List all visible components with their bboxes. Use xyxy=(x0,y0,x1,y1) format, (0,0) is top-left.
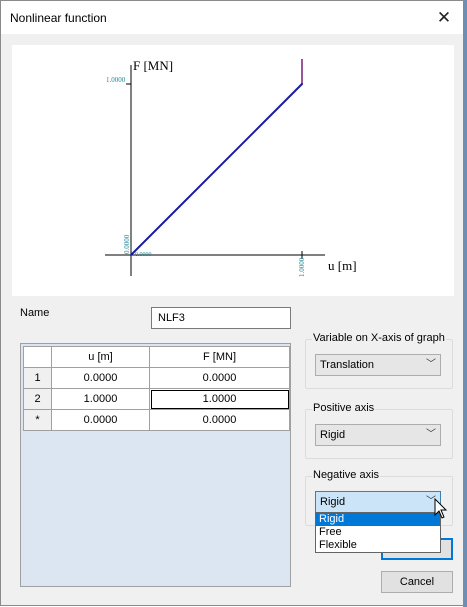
mouse-cursor-icon xyxy=(434,498,448,519)
cell-u[interactable]: 1.0000 xyxy=(51,388,150,410)
name-input[interactable] xyxy=(151,307,291,329)
table-row: 2 1.0000 1.0000 xyxy=(23,388,290,410)
graph-svg: F [MN] u [m] 1.0000 0.0000 0.0000 1.0000 xyxy=(105,58,357,277)
function-graph: F [MN] u [m] 1.0000 0.0000 0.0000 1.0000 xyxy=(12,45,454,296)
nonlinear-function-dialog: Nonlinear function ✕ F [MN] u [m] 1.0000… xyxy=(0,0,465,606)
name-label: Name xyxy=(20,307,50,319)
positive-axis-value: Rigid xyxy=(320,429,346,441)
x-axis-label: u [m] xyxy=(328,258,357,273)
cell-u[interactable]: 0.0000 xyxy=(51,367,150,389)
chevron-down-icon: ﹀ xyxy=(426,429,436,440)
y-tick-label: 1.0000 xyxy=(106,76,126,84)
column-header-u[interactable]: u [m] xyxy=(51,346,150,368)
chevron-down-icon: ﹀ xyxy=(426,359,436,370)
table-row: * 0.0000 0.0000 xyxy=(23,409,290,431)
data-point xyxy=(301,83,303,85)
corner-cell xyxy=(23,346,52,368)
table-header-row: u [m] F [MN] xyxy=(23,346,290,368)
background-window-edge xyxy=(463,0,467,607)
cell-f[interactable]: 0.0000 xyxy=(149,367,290,389)
positive-axis-label: Positive axis xyxy=(312,402,376,414)
y-axis-label: F [MN] xyxy=(133,58,173,73)
dropdown-option-rigid[interactable]: Rigid xyxy=(316,513,440,526)
column-header-f[interactable]: F [MN] xyxy=(149,346,290,368)
x-tick-label: 1.0000 xyxy=(298,257,306,277)
cancel-button[interactable]: Cancel xyxy=(381,571,453,593)
negative-axis-label: Negative axis xyxy=(312,469,381,481)
negative-axis-dropdown-list: Rigid Free Flexible xyxy=(315,512,441,553)
cell-u[interactable]: 0.0000 xyxy=(51,409,150,431)
dialog-title: Nonlinear function xyxy=(10,11,107,25)
cell-f-active[interactable]: 1.0000 xyxy=(149,388,290,410)
close-icon[interactable]: ✕ xyxy=(424,1,464,34)
x-axis-variable-label: Variable on X-axis of graph xyxy=(312,332,446,344)
dropdown-option-flexible[interactable]: Flexible xyxy=(316,539,440,552)
data-table-panel: u [m] F [MN] 1 0.0000 0.0000 2 1.0000 1.… xyxy=(20,343,291,587)
origin-y-label: 0.0000 xyxy=(123,234,131,254)
row-header[interactable]: 1 xyxy=(23,367,52,389)
row-header[interactable]: * xyxy=(23,409,52,431)
negative-axis-value: Rigid xyxy=(320,496,346,508)
x-axis-variable-value: Translation xyxy=(320,359,375,371)
x-axis-variable-select[interactable]: Translation ﹀ xyxy=(315,354,441,376)
cell-f[interactable]: 0.0000 xyxy=(149,409,290,431)
table-row: 1 0.0000 0.0000 xyxy=(23,367,290,389)
row-header[interactable]: 2 xyxy=(23,388,52,410)
positive-axis-select[interactable]: Rigid ﹀ xyxy=(315,424,441,446)
origin-x-label: 0.0000 xyxy=(135,252,152,258)
dropdown-option-free[interactable]: Free xyxy=(316,526,440,539)
series-line xyxy=(130,83,303,256)
title-bar: Nonlinear function ✕ xyxy=(1,1,464,34)
data-table: u [m] F [MN] 1 0.0000 0.0000 2 1.0000 1.… xyxy=(23,346,290,431)
negative-axis-select[interactable]: Rigid ﹀ xyxy=(315,491,441,513)
